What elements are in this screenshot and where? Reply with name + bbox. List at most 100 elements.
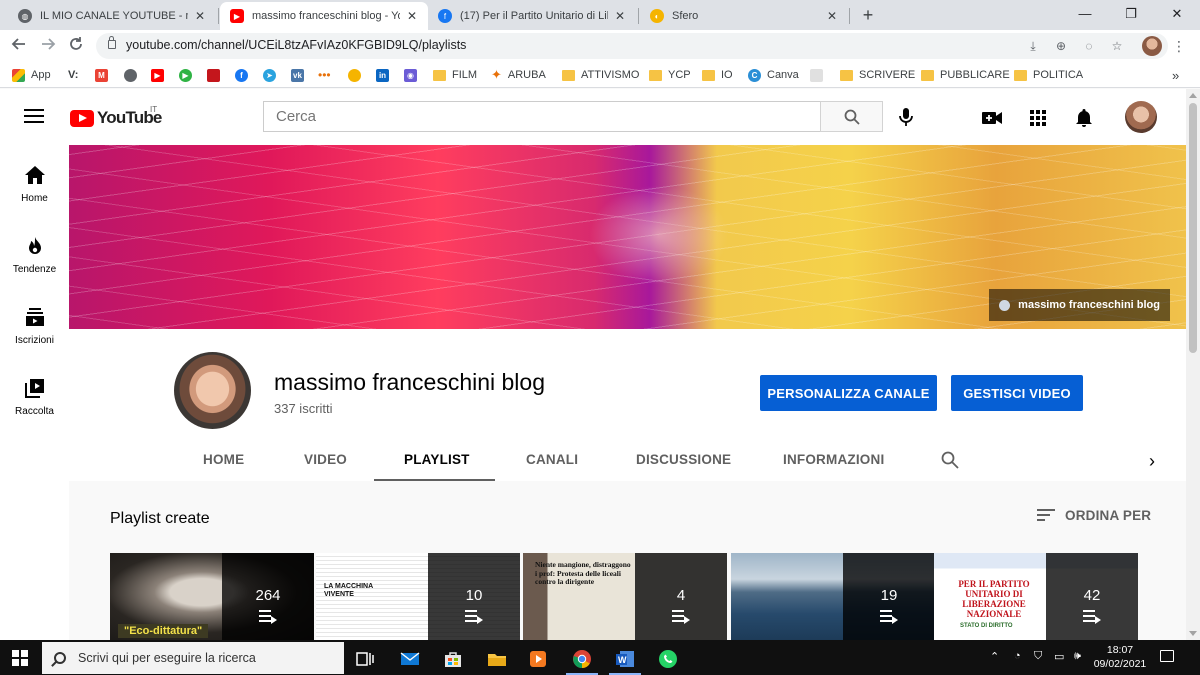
close-tab-icon[interactable]: ✕ [612, 9, 628, 23]
menu-icon[interactable] [24, 109, 44, 123]
guide-item-home[interactable]: Home [0, 145, 69, 217]
bookmark-dots[interactable]: ••• [318, 67, 331, 83]
channel-search-button[interactable] [940, 450, 960, 470]
tab-playlist[interactable]: PLAYLIST [404, 452, 470, 467]
browser-tab-4[interactable]: ◐ Sfero ✕ [640, 2, 848, 30]
volume-icon[interactable]: 🕪 [1074, 650, 1081, 663]
bookmark-podcast[interactable]: ◉ [404, 67, 423, 83]
bookmark-red-box[interactable] [207, 67, 226, 83]
tab-about[interactable]: INFORMAZIONI [783, 452, 884, 467]
channel-avatar[interactable] [174, 352, 251, 429]
bookmark-facebook[interactable]: f [235, 67, 254, 83]
close-tab-icon[interactable]: ✕ [824, 9, 840, 23]
eye-off-icon[interactable]: ◌ [1080, 37, 1098, 55]
browser-tab-1[interactable]: ◍ IL MIO CANALE YOUTUBE - mass ✕ [8, 2, 216, 30]
bookmark-folder-pubblicare[interactable]: PUBBLICARE [921, 67, 1010, 83]
bookmark-folder-politica[interactable]: POLITICA [1014, 67, 1083, 83]
scroll-down-arrow-icon[interactable] [1189, 631, 1197, 636]
more-bookmarks-button[interactable]: » [1172, 67, 1179, 83]
playlist-card[interactable]: PER IL PARTITO UNITARIO DI LIBERAZIONE N… [934, 553, 1138, 640]
voice-search-button[interactable] [897, 107, 915, 127]
bookmark-folder-ycp[interactable]: YCP [649, 67, 691, 83]
close-window-button[interactable]: ✕ [1154, 0, 1200, 30]
chrome-icon[interactable] [562, 645, 602, 675]
create-video-button[interactable] [981, 107, 1003, 129]
zoom-icon[interactable]: ⊕ [1052, 37, 1070, 55]
tab-home[interactable]: HOME [203, 452, 244, 467]
guide-item-subscriptions[interactable]: Iscrizioni [0, 287, 69, 359]
media-player-icon[interactable] [518, 645, 558, 672]
banner-channel-link[interactable]: massimo franceschini blog [989, 289, 1170, 321]
whatsapp-icon[interactable] [648, 645, 688, 672]
network-status-icon[interactable]: ◔ [1014, 650, 1021, 662]
bookmark-folder-attivismo[interactable]: ATTIVISMO [562, 67, 639, 83]
bookmark-vk[interactable]: vk [291, 67, 310, 83]
address-bar[interactable]: youtube.com/channel/UCEiL8tzAFvIAz0KFGBI… [96, 33, 1168, 59]
page-scrollbar[interactable] [1186, 89, 1200, 640]
close-tab-icon[interactable]: ✕ [404, 9, 420, 23]
apps-button[interactable] [1027, 107, 1049, 129]
minimize-button[interactable]: — [1062, 0, 1108, 30]
taskbar-clock[interactable]: 18:07 09/02/2021 [1092, 643, 1148, 671]
battery-icon[interactable]: ▭ [1054, 650, 1064, 663]
bookmark-telegram[interactable]: ➤ [263, 67, 282, 83]
bookmark-play[interactable]: ▶ [179, 67, 198, 83]
tab-separator [849, 8, 850, 24]
store-icon[interactable] [433, 645, 473, 672]
taskbar-search-box[interactable]: Scrivi qui per eseguire la ricerca [42, 642, 344, 674]
guide-item-trending[interactable]: Tendenze [0, 216, 69, 288]
tray-overflow-icon[interactable]: ⌃ [990, 650, 999, 663]
browser-tab-3[interactable]: f (17) Per il Partito Unitario di Liber … [428, 2, 636, 30]
bookmark-gmail[interactable]: M [95, 67, 114, 83]
account-avatar[interactable] [1125, 101, 1157, 133]
search-button[interactable] [820, 101, 883, 132]
mail-icon[interactable] [390, 645, 430, 672]
bookmark-v[interactable]: V: [68, 67, 78, 83]
back-button[interactable] [9, 36, 29, 56]
profile-avatar[interactable] [1142, 36, 1162, 56]
chevron-right-icon[interactable]: › [1149, 451, 1155, 472]
playlist-card[interactable]: 19 [731, 553, 935, 640]
guide-item-library[interactable]: Raccolta [0, 358, 69, 430]
bookmark-small-logo[interactable] [810, 67, 829, 83]
playlist-card[interactable]: LA MACCHINA VIVENTE 10 [316, 553, 520, 640]
new-tab-button[interactable]: + [858, 4, 878, 26]
tab-video[interactable]: VIDEO [304, 452, 347, 467]
sort-button[interactable]: ORDINA PER [1037, 508, 1151, 523]
bookmark-folder-scrivere[interactable]: SCRIVERE [840, 67, 915, 83]
security-shield-icon[interactable]: ⛉ [1034, 650, 1042, 663]
maximize-button[interactable]: ❐ [1108, 0, 1154, 30]
browser-tab-2[interactable]: ▶ massimo franceschini blog - YouT ✕ [220, 2, 428, 30]
task-view-icon[interactable] [345, 645, 385, 672]
bookmark-youtube[interactable]: ▶ [151, 67, 170, 83]
more-menu-icon[interactable]: ⋮ [1172, 36, 1186, 56]
reload-button[interactable] [66, 36, 86, 56]
windows-start-icon[interactable] [12, 650, 28, 666]
bookmark-canva[interactable]: C Canva [748, 67, 799, 83]
scroll-up-arrow-icon[interactable] [1189, 93, 1197, 98]
star-icon[interactable]: ☆ [1108, 37, 1126, 55]
youtube-logo[interactable]: YouTube [70, 108, 162, 128]
notifications-center-icon[interactable] [1160, 650, 1174, 662]
customize-channel-button[interactable]: PERSONALIZZA CANALE [760, 375, 937, 411]
notifications-button[interactable] [1073, 107, 1095, 129]
forward-button[interactable] [38, 36, 58, 56]
bookmark-folder-io[interactable]: IO [702, 67, 733, 83]
bookmark-sfero[interactable] [348, 67, 367, 83]
bookmark-apps[interactable]: App [12, 67, 51, 83]
bookmark-globe[interactable] [124, 67, 143, 83]
bookmark-folder-film[interactable]: FILM [433, 67, 477, 83]
playlist-card[interactable]: Niente mangione, distraggono i prof: Pro… [523, 553, 727, 640]
close-tab-icon[interactable]: ✕ [192, 9, 208, 23]
bookmark-aruba[interactable]: ✦ ARUBA [491, 67, 546, 83]
install-icon[interactable]: ⤓ [1024, 37, 1042, 55]
word-icon[interactable]: W [605, 645, 645, 675]
file-explorer-icon[interactable] [477, 645, 517, 672]
manage-videos-button[interactable]: GESTISCI VIDEO [951, 375, 1083, 411]
scrollbar-thumb[interactable] [1189, 103, 1197, 353]
bookmark-linkedin[interactable]: in [376, 67, 395, 83]
search-input[interactable] [264, 102, 821, 131]
playlist-card[interactable]: "Eco-dittatura" 264 [110, 553, 314, 640]
tab-discussion[interactable]: DISCUSSIONE [636, 452, 731, 467]
tab-channels[interactable]: CANALI [526, 452, 578, 467]
